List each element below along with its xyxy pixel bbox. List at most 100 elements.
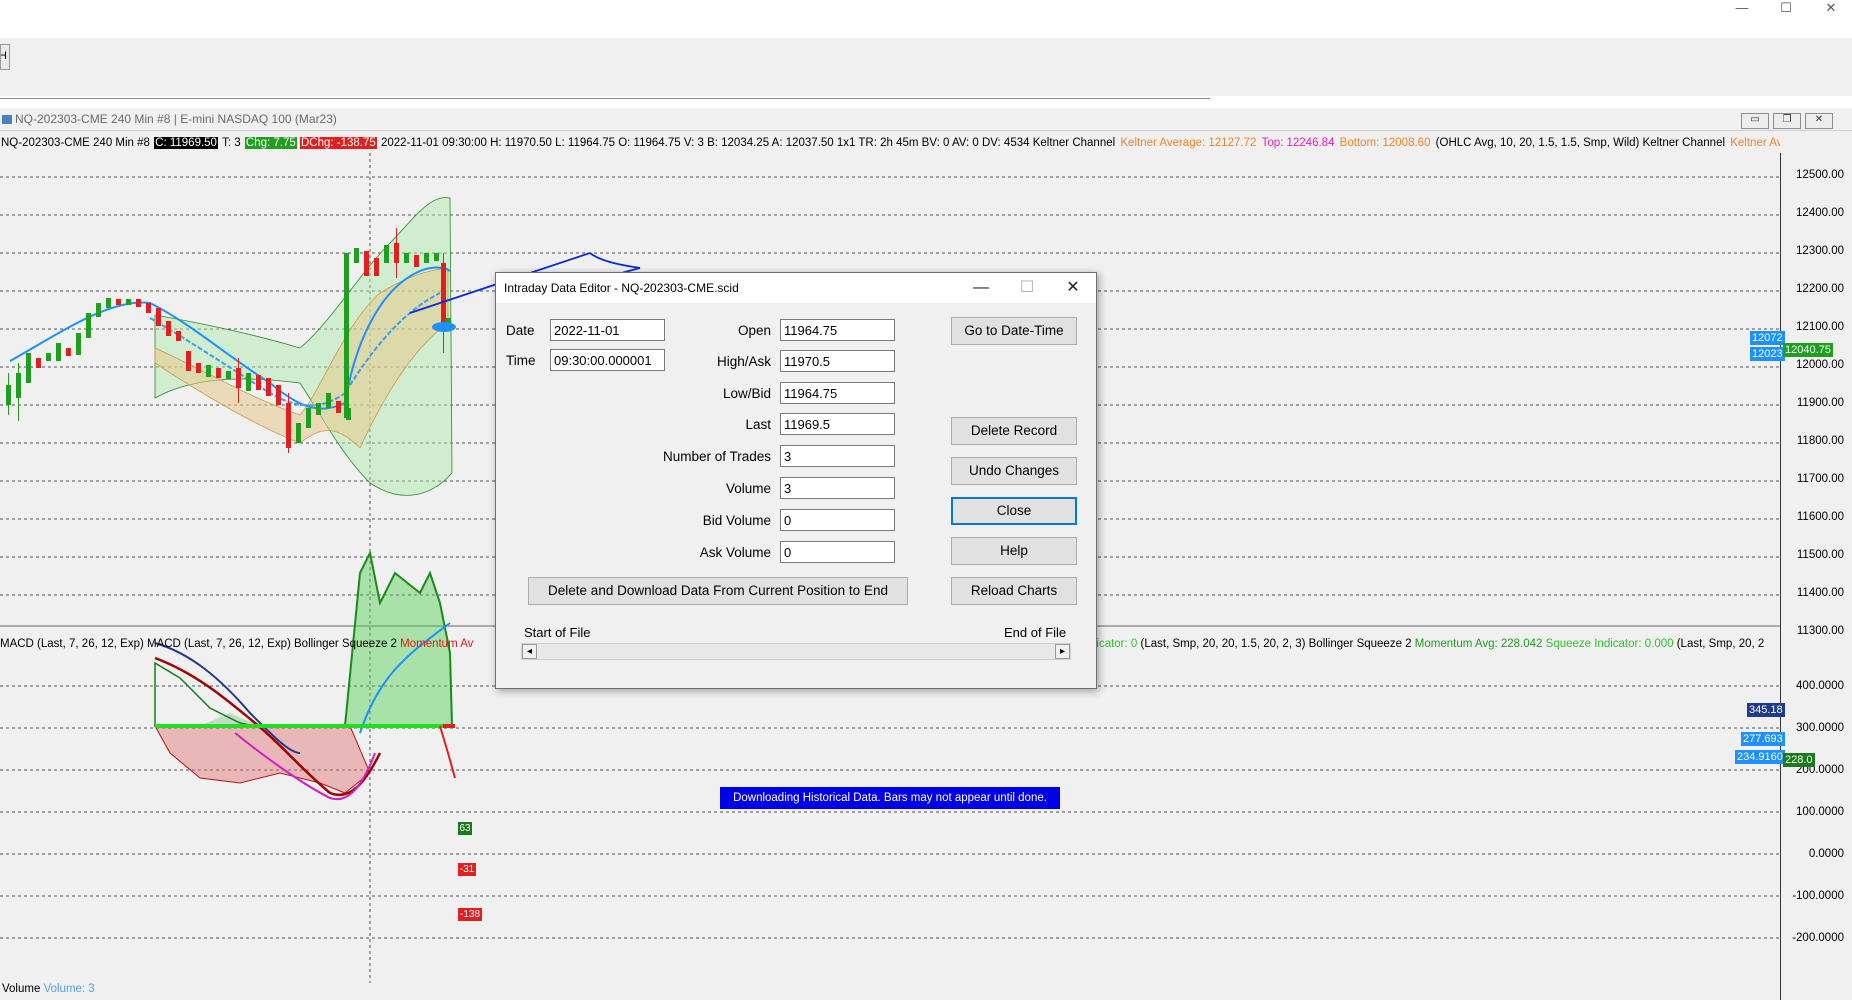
- info-dchg-tag: DChg: -138.75: [299, 137, 377, 149]
- info-keltner-top: Top: 12246.84: [1261, 137, 1335, 149]
- low-bid-input[interactable]: 11964.75: [780, 382, 895, 404]
- info-details: 2022-11-01 09:30:00 H: 11970.50 L: 11964…: [380, 137, 1116, 149]
- file-position-scrollbar[interactable]: ◂ ▸: [521, 643, 1071, 660]
- info-study-params: (OHLC Avg, 10, 20, 1.5, 1.5, Smp, Wild) …: [1435, 137, 1726, 149]
- chart-icon: [2, 115, 12, 124]
- info-close-tag: C: 11969.50: [154, 137, 218, 149]
- window-minimize-button[interactable]: —: [1727, 1, 1757, 16]
- tab-strip-divider: [0, 98, 1210, 101]
- info-symbol: NQ-202303-CME 240 Min #8: [1, 137, 150, 149]
- macd-squeeze-indicator: Squeeze Indicator: 0.000: [1545, 638, 1674, 650]
- time-label: Time: [506, 353, 536, 368]
- end-of-file-label: End of File: [1004, 625, 1067, 640]
- y-tick-label: 11900.00: [1796, 397, 1844, 409]
- time-input[interactable]: 09:30:00.000001: [550, 349, 665, 371]
- volume-input[interactable]: 3: [780, 477, 895, 499]
- last-input[interactable]: 11969.5: [780, 413, 895, 435]
- price-tag-a: 12072: [1750, 331, 1785, 345]
- scroll-right-arrow-icon[interactable]: ▸: [1055, 644, 1070, 659]
- y-tick-label: 12000.00: [1796, 359, 1844, 371]
- y-tick-label: 12100.00: [1796, 321, 1844, 333]
- undo-changes-button[interactable]: Undo Changes: [951, 457, 1077, 485]
- open-input[interactable]: 11964.75: [780, 319, 895, 341]
- macd-study-label: MACD (Last, 7, 26, 12, Exp) MACD (Last, …: [0, 638, 397, 650]
- info-trades: T: 3: [222, 137, 241, 149]
- toolbar: [0, 38, 1852, 97]
- y-tick-label: 12500.00: [1796, 169, 1844, 181]
- chart-minimize-button[interactable]: ▭: [1741, 113, 1769, 129]
- volume-label: Volume: [2, 983, 41, 995]
- chart-title: NQ-202303-CME 240 Min #8 | E-mini NASDAQ…: [2, 112, 337, 126]
- delete-record-button[interactable]: Delete Record: [951, 417, 1077, 445]
- volume-label-bar: Volume Volume: 3: [2, 983, 95, 995]
- macd-right-params: (Last, Smp, 20, 20, 1.5, 20, 2, 3) Bolli…: [1140, 638, 1412, 650]
- reload-charts-button[interactable]: Reload Charts: [951, 577, 1077, 605]
- macd-value-negative-1: -31: [458, 863, 476, 876]
- price-y-axis[interactable]: [1780, 153, 1852, 1000]
- macd-tag-d: 228.0: [1783, 753, 1815, 767]
- dialog-title: Intraday Data Editor - NQ-202303-CME.sci…: [504, 281, 739, 295]
- macd-momentum-avg: Momentum Avg: 228.042: [1414, 638, 1543, 650]
- price-tag-b: 12023: [1750, 347, 1785, 361]
- dialog-minimize-button[interactable]: —: [958, 273, 1004, 303]
- window-maximize-button[interactable]: ☐: [1771, 1, 1801, 16]
- number-of-trades-input[interactable]: 3: [780, 445, 895, 467]
- info-keltner-average-tail: Keltner Averag: [1730, 137, 1780, 149]
- dialog-maximize-button[interactable]: ☐: [1004, 273, 1050, 303]
- macd-y-tick-label: 0.0000: [1808, 848, 1844, 860]
- date-label: Date: [506, 323, 535, 338]
- window-close-button[interactable]: ✕: [1816, 1, 1846, 16]
- number-of-trades-label: Number of Trades: [662, 449, 771, 464]
- macd-momentum-fragment: Momentum Av: [400, 638, 474, 650]
- macd-y-tick-label: -100.0000: [1792, 890, 1844, 902]
- high-ask-label: High/Ask: [716, 354, 771, 369]
- dialog-close-button[interactable]: ✕: [1050, 273, 1096, 303]
- y-tick-label: 11500.00: [1796, 549, 1844, 561]
- bid-volume-input[interactable]: 0: [780, 509, 895, 531]
- volume-value: Volume: 3: [43, 983, 95, 995]
- download-notice: Downloading Historical Data. Bars may no…: [720, 787, 1060, 809]
- macd-tail-params: (Last, Smp, 20, 2: [1676, 638, 1765, 650]
- macd-right-labels: dicator: 0 (Last, Smp, 20, 20, 1.5, 20, …: [1090, 636, 1764, 652]
- go-to-date-time-button[interactable]: Go to Date-Time: [951, 317, 1077, 345]
- bid-volume-label: Bid Volume: [702, 513, 771, 528]
- volume-field-label: Volume: [725, 481, 771, 496]
- momentum-red-tail: [439, 725, 456, 779]
- y-tick-label: 12200.00: [1796, 283, 1844, 295]
- macd-tag-a: 345.18: [1747, 703, 1785, 717]
- info-chg-tag: Chg: 7.75: [244, 137, 297, 149]
- start-of-file-label: Start of File: [524, 625, 591, 640]
- chart-title-text: NQ-202303-CME 240 Min #8 | E-mini NASDAQ…: [15, 112, 337, 126]
- macd-histogram: [154, 549, 454, 794]
- y-tick-label: 12300.00: [1796, 245, 1844, 257]
- macd-y-tick-label: 400.0000: [1796, 680, 1844, 692]
- help-button[interactable]: Help: [951, 537, 1077, 565]
- ask-volume-label: Ask Volume: [699, 545, 771, 560]
- last-label: Last: [745, 417, 771, 432]
- toolbar-button[interactable]: H: [0, 44, 10, 70]
- chart-restore-button[interactable]: ❐: [1773, 113, 1801, 129]
- y-tick-label: 11400.00: [1796, 587, 1844, 599]
- info-keltner-bottom: Bottom: 12008.60: [1339, 137, 1431, 149]
- macd-value-negative-2: -138: [458, 908, 482, 921]
- y-tick-label: 11800.00: [1796, 435, 1844, 447]
- scroll-left-arrow-icon[interactable]: ◂: [522, 644, 537, 659]
- price-tag-current: 12040.75: [1783, 343, 1833, 357]
- y-tick-label: 11300.00: [1796, 625, 1844, 637]
- delete-and-download-button[interactable]: Delete and Download Data From Current Po…: [528, 577, 908, 605]
- macd-tag-c: 234.9160: [1735, 750, 1785, 764]
- current-price-marker: [432, 322, 456, 332]
- chart-close-button[interactable]: ✕: [1805, 113, 1833, 129]
- date-input[interactable]: 2022-11-01: [550, 319, 665, 341]
- chart-info-bar: NQ-202303-CME 240 Min #8 C: 11969.50 T: …: [0, 135, 1780, 151]
- macd-tag-b: 277.693: [1741, 732, 1785, 746]
- low-bid-label: Low/Bid: [722, 386, 771, 401]
- macd-y-tick-label: -200.0000: [1792, 932, 1844, 944]
- y-tick-label: 12400.00: [1796, 207, 1844, 219]
- ask-volume-input[interactable]: 0: [780, 541, 895, 563]
- open-label: Open: [737, 323, 771, 338]
- macd-y-tick-label: 100.0000: [1796, 806, 1844, 818]
- close-button[interactable]: Close: [951, 497, 1077, 525]
- high-ask-input[interactable]: 11970.5: [780, 350, 895, 372]
- info-keltner-average: Keltner Average: 12127.72: [1120, 137, 1257, 149]
